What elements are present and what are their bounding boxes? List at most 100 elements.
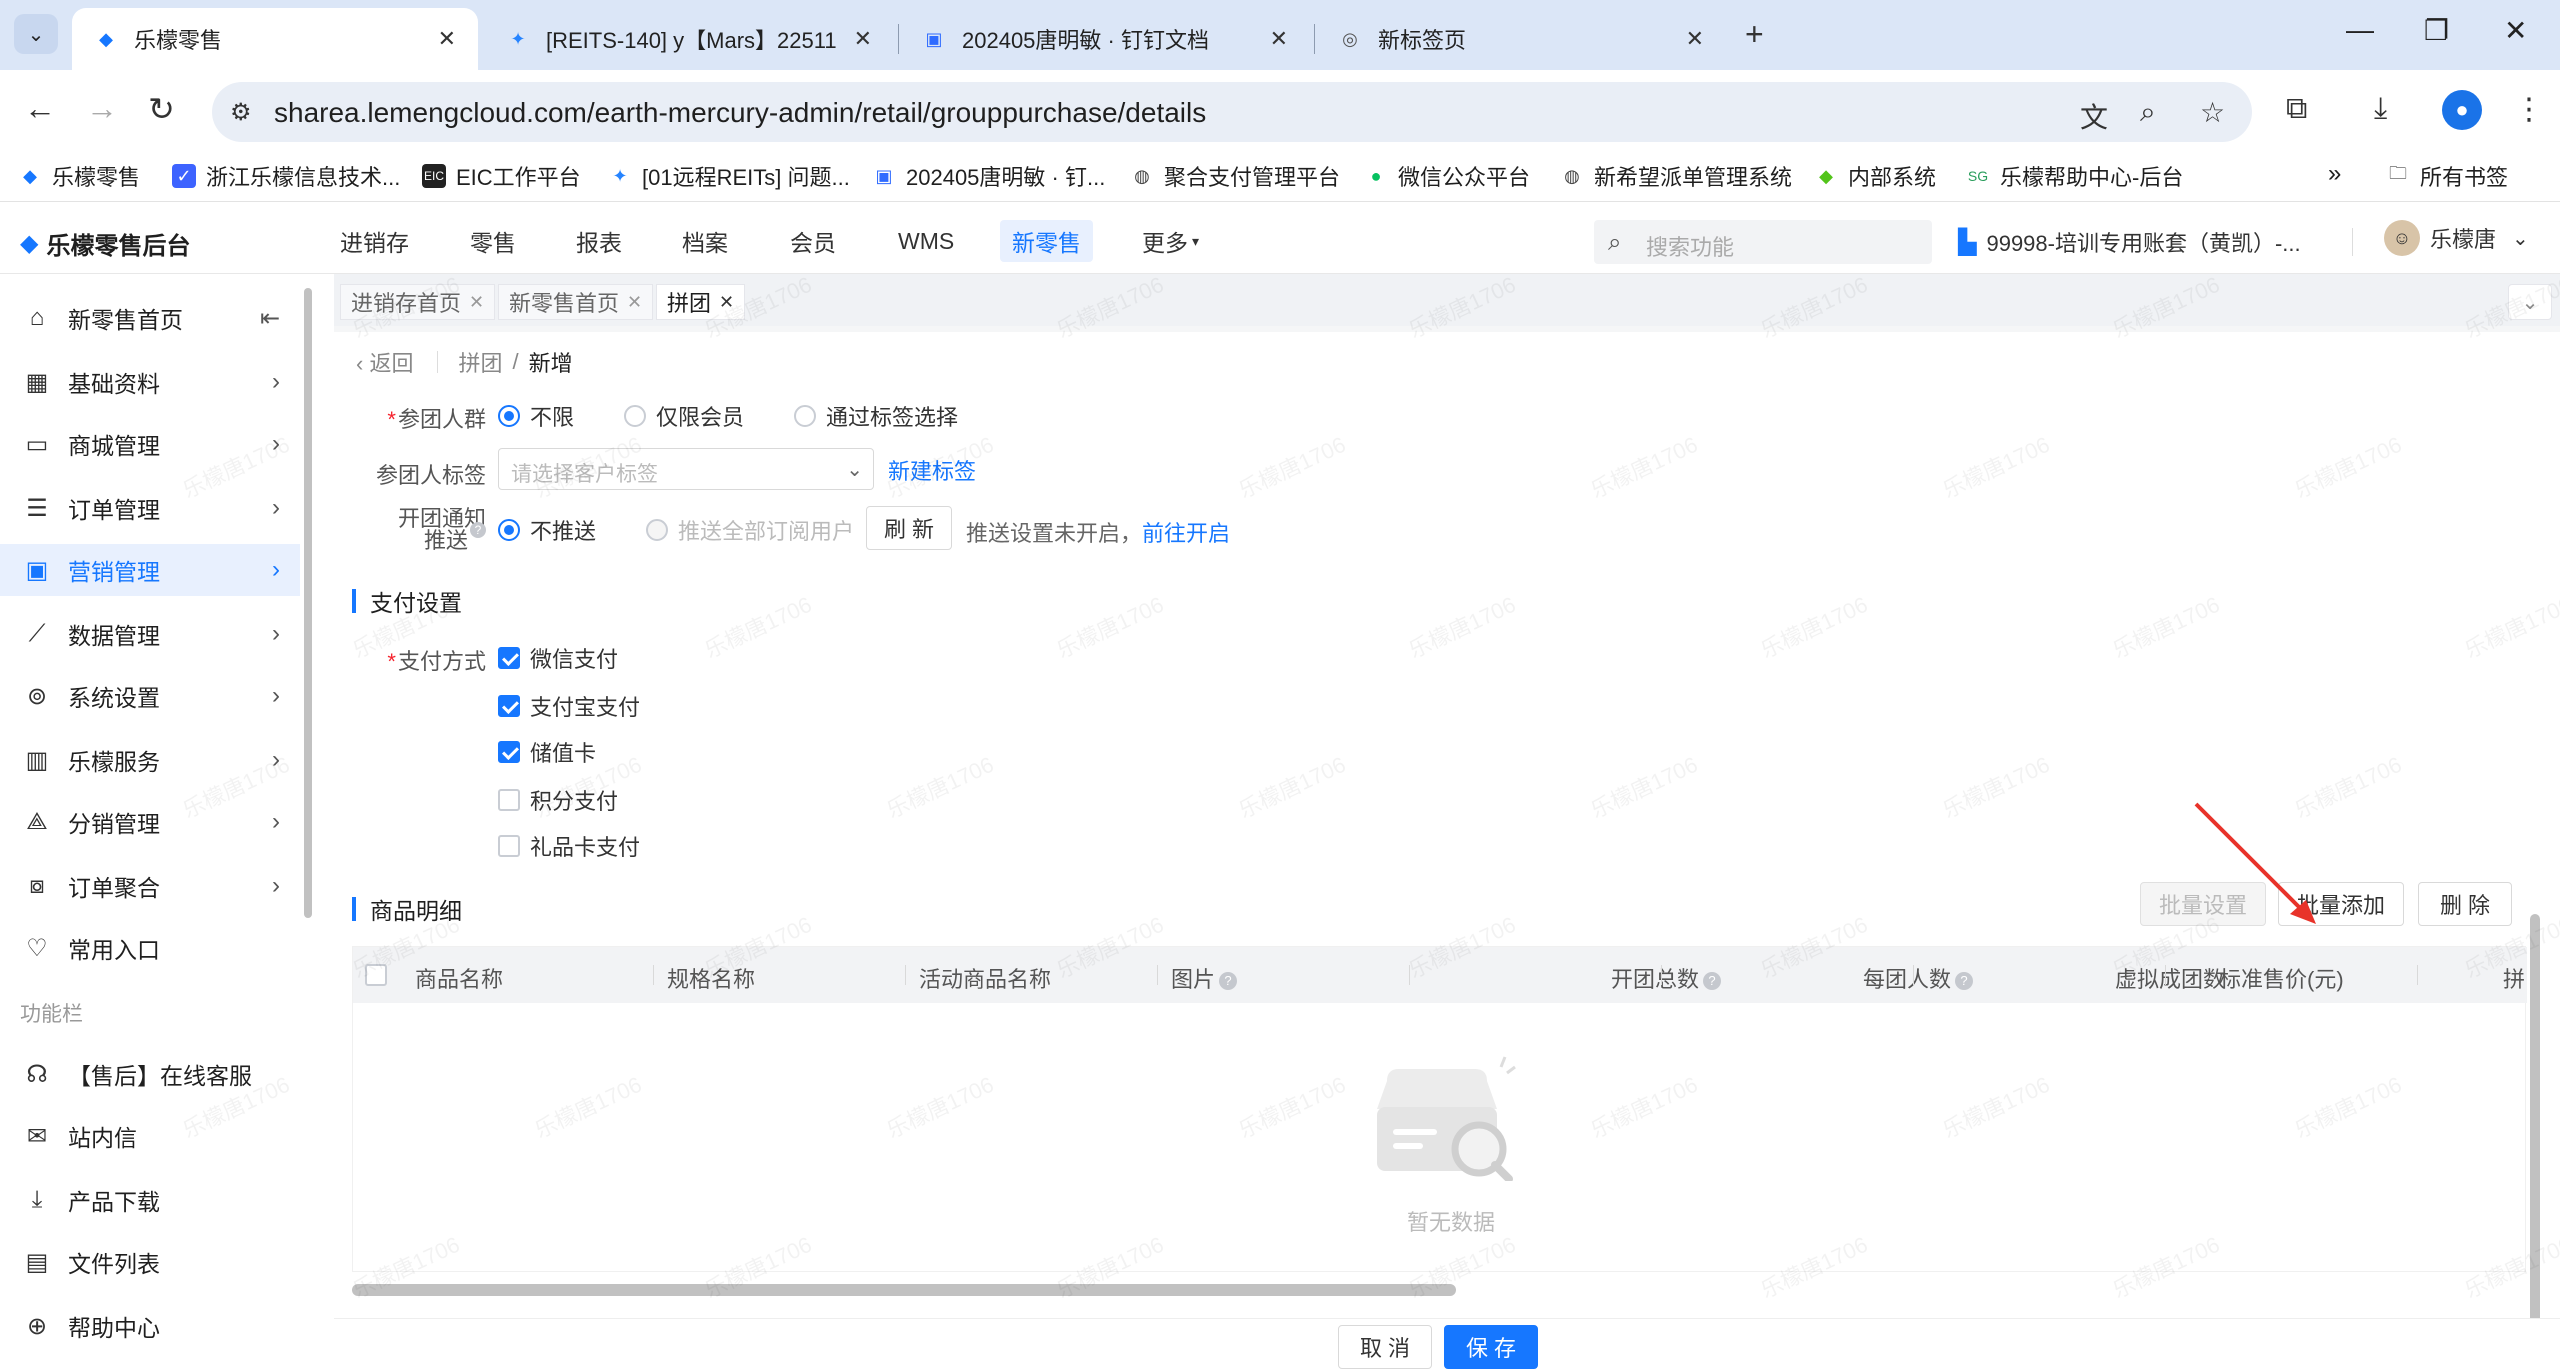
sidebar-item-home[interactable]: ⌂ 新零售首页 ⇤ xyxy=(0,292,300,344)
browser-tab-doc[interactable]: ▣ 202405唐明敏 · 钉钉文档 ✕ xyxy=(900,8,1310,70)
nav-wms[interactable]: WMS xyxy=(886,220,966,262)
back-link[interactable]: ‹ 返回 xyxy=(356,346,413,378)
sidebar-tool-file-list[interactable]: ▤ 文件列表 xyxy=(0,1236,300,1288)
nav-more[interactable]: 更多 ▾ xyxy=(1130,220,1211,262)
all-bookmarks[interactable]: 🗀 所有书签 xyxy=(2386,160,2508,192)
nav-retail[interactable]: 零售 xyxy=(458,220,528,262)
zoom-icon[interactable]: ⌕ xyxy=(2140,96,2156,129)
url-text[interactable]: sharea.lemengcloud.com/earth-mercury-adm… xyxy=(274,97,1206,129)
question-icon[interactable]: ? xyxy=(1219,972,1238,991)
download-icon[interactable]: ⤓ xyxy=(2374,92,2387,126)
payment-stored-card[interactable]: 储值卡 xyxy=(498,736,596,768)
nav-new-retail[interactable]: 新零售 xyxy=(1000,220,1093,262)
crowd-option-unlimited[interactable]: 不限 xyxy=(498,400,574,432)
nav-report[interactable]: 报表 xyxy=(564,220,634,262)
close-icon[interactable]: ✕ xyxy=(1270,26,1288,52)
nav-archive[interactable]: 档案 xyxy=(670,220,740,262)
close-icon[interactable]: ✕ xyxy=(469,292,484,313)
sidebar-item-orders[interactable]: ☰ 订单管理 › xyxy=(0,482,300,534)
close-window-icon[interactable]: ✕ xyxy=(2504,14,2527,47)
sidebar-tool-downloads[interactable]: ⤓ 产品下载 xyxy=(0,1174,300,1226)
bookmark-item[interactable]: SG 乐檬帮助中心-后台 xyxy=(1966,160,2183,192)
crowd-option-tag[interactable]: 通过标签选择 xyxy=(794,400,958,432)
save-button[interactable]: 保 存 xyxy=(1444,1325,1538,1369)
close-icon[interactable]: ✕ xyxy=(1686,26,1704,52)
browser-tab-newtab[interactable]: ◎ 新标签页 ✕ xyxy=(1316,8,1726,70)
page-tab[interactable]: 新零售首页 ✕ xyxy=(498,284,654,320)
restore-icon[interactable]: ❐ xyxy=(2424,14,2449,47)
bookmark-item[interactable]: ◍ 新希望派单管理系统 xyxy=(1560,160,1792,192)
sidebar-item-service[interactable]: ▥ 乐檬服务 › xyxy=(0,734,300,786)
sidebar-item-mall[interactable]: ▭ 商城管理 › xyxy=(0,418,300,470)
app-logo[interactable]: ◆ 乐檬零售后台 xyxy=(20,226,190,261)
new-tag-link[interactable]: 新建标签 xyxy=(888,454,976,486)
nav-jinxiaocun[interactable]: 进销存 xyxy=(328,220,421,262)
sidebar-item-order-aggregate[interactable]: ⧇ 订单聚合 › xyxy=(0,860,300,912)
site-settings-icon[interactable]: ⚙ xyxy=(230,98,252,127)
payment-alipay[interactable]: 支付宝支付 xyxy=(498,690,640,722)
bookmark-item[interactable]: ✦ [01远程REITs] 问题... xyxy=(608,160,849,192)
delete-button[interactable]: 删 除 xyxy=(2418,882,2512,926)
sidebar-tool-messages[interactable]: ✉ 站内信 xyxy=(0,1110,300,1162)
notify-option-all[interactable]: 推送全部订阅用户 xyxy=(646,514,854,546)
breadcrumb-parent[interactable]: 拼团 xyxy=(458,346,502,378)
payment-gift-card[interactable]: 礼品卡支付 xyxy=(498,830,640,862)
bookmark-item[interactable]: ▣ 202405唐明敏 · 钉... xyxy=(872,160,1105,192)
question-icon[interactable]: ? xyxy=(470,522,486,538)
profile-avatar[interactable]: ● xyxy=(2442,90,2482,130)
close-icon[interactable]: ✕ xyxy=(854,26,872,52)
more-menu-icon[interactable]: ⋮ xyxy=(2514,92,2544,127)
minimize-icon[interactable]: — xyxy=(2346,14,2374,46)
forward-arrow-icon[interactable]: → xyxy=(86,90,118,127)
collapse-sidebar-icon[interactable]: ⇤ xyxy=(260,304,280,333)
sidebar-item-data[interactable]: ⟋ 数据管理 › xyxy=(0,608,300,660)
translate-icon[interactable]: 文 xyxy=(2080,96,2108,136)
user-menu[interactable]: ☺ 乐檬唐 ⌄ xyxy=(2384,220,2529,256)
bookmark-item[interactable]: ◆ 乐檬零售 xyxy=(18,160,140,192)
sidebar-item-marketing[interactable]: ▣ 营销管理 › xyxy=(0,544,300,596)
back-arrow-icon[interactable]: ← xyxy=(24,90,56,127)
new-tab-icon[interactable]: + xyxy=(1745,16,1764,53)
bookmarks-overflow-icon[interactable]: » xyxy=(2328,160,2341,188)
bookmark-item[interactable]: ◆ 内部系统 xyxy=(1814,160,1936,192)
extensions-icon[interactable]: ⧉ xyxy=(2286,92,2307,126)
function-search-input[interactable]: ⌕ 搜索功能 xyxy=(1594,220,1932,264)
page-tab[interactable]: 进销存首页 ✕ xyxy=(340,284,496,320)
bookmark-item[interactable]: ◍ 聚合支付管理平台 xyxy=(1130,160,1340,192)
bookmark-item[interactable]: ✓ 浙江乐檬信息技术... xyxy=(172,160,400,192)
close-icon[interactable]: ✕ xyxy=(627,292,642,313)
close-icon[interactable]: ✕ xyxy=(719,292,734,313)
reload-icon[interactable]: ↻ xyxy=(148,90,175,128)
close-icon[interactable]: ✕ xyxy=(438,26,456,52)
crowd-option-member[interactable]: 仅限会员 xyxy=(624,400,744,432)
sidebar-item-favorites[interactable]: ♡ 常用入口 xyxy=(0,922,300,974)
notify-option-none[interactable]: 不推送 xyxy=(498,514,596,546)
select-all-checkbox[interactable] xyxy=(365,964,387,986)
sidebar-item-distribution[interactable]: ⟁ 分销管理 › xyxy=(0,796,300,848)
page-tab-active[interactable]: 拼团 ✕ xyxy=(656,284,746,320)
sidebar-item-settings[interactable]: ⊚ 系统设置 › xyxy=(0,670,300,722)
payment-points[interactable]: 积分支付 xyxy=(498,784,618,816)
account-switcher[interactable]: ▙ 99998-培训专用账套（黄凯）-... xyxy=(1958,226,2301,258)
table-horizontal-scrollbar[interactable] xyxy=(352,1284,1456,1296)
go-enable-link[interactable]: 前往开启 xyxy=(1142,516,1230,548)
sidebar-tool-help[interactable]: ⊕ 帮助中心 xyxy=(0,1300,300,1352)
bookmark-star-icon[interactable]: ☆ xyxy=(2200,96,2225,129)
sidebar-item-basic-data[interactable]: ▦ 基础资料 › xyxy=(0,356,300,408)
payment-wechat[interactable]: 微信支付 xyxy=(498,642,618,674)
customer-tag-select[interactable]: 请选择客户标签 ⌄ xyxy=(498,448,874,490)
page-vertical-scrollbar[interactable] xyxy=(2530,914,2540,1370)
question-icon[interactable]: ? xyxy=(1955,972,1974,991)
tab-search-button[interactable]: ⌄ xyxy=(14,14,58,54)
nav-member[interactable]: 会员 xyxy=(778,220,848,262)
question-icon[interactable]: ? xyxy=(1703,972,1722,991)
cancel-button[interactable]: 取 消 xyxy=(1338,1325,1432,1369)
sidebar-tool-customer-service[interactable]: ☊ 【售后】在线客服 xyxy=(0,1048,300,1100)
refresh-button[interactable]: 刷 新 xyxy=(866,506,952,550)
tabs-dropdown[interactable]: ⌄ xyxy=(2508,284,2552,320)
browser-tab-jira[interactable]: ✦ [REITS-140] y【Mars】22511 ✕ xyxy=(484,8,894,70)
sidebar-scrollbar[interactable] xyxy=(304,288,312,918)
bookmark-item[interactable]: ● 微信公众平台 xyxy=(1364,160,1530,192)
browser-tab-lemeng[interactable]: ◆ 乐檬零售 ✕ xyxy=(72,8,478,70)
address-bar[interactable]: ⚙ sharea.lemengcloud.com/earth-mercury-a… xyxy=(212,82,2252,142)
